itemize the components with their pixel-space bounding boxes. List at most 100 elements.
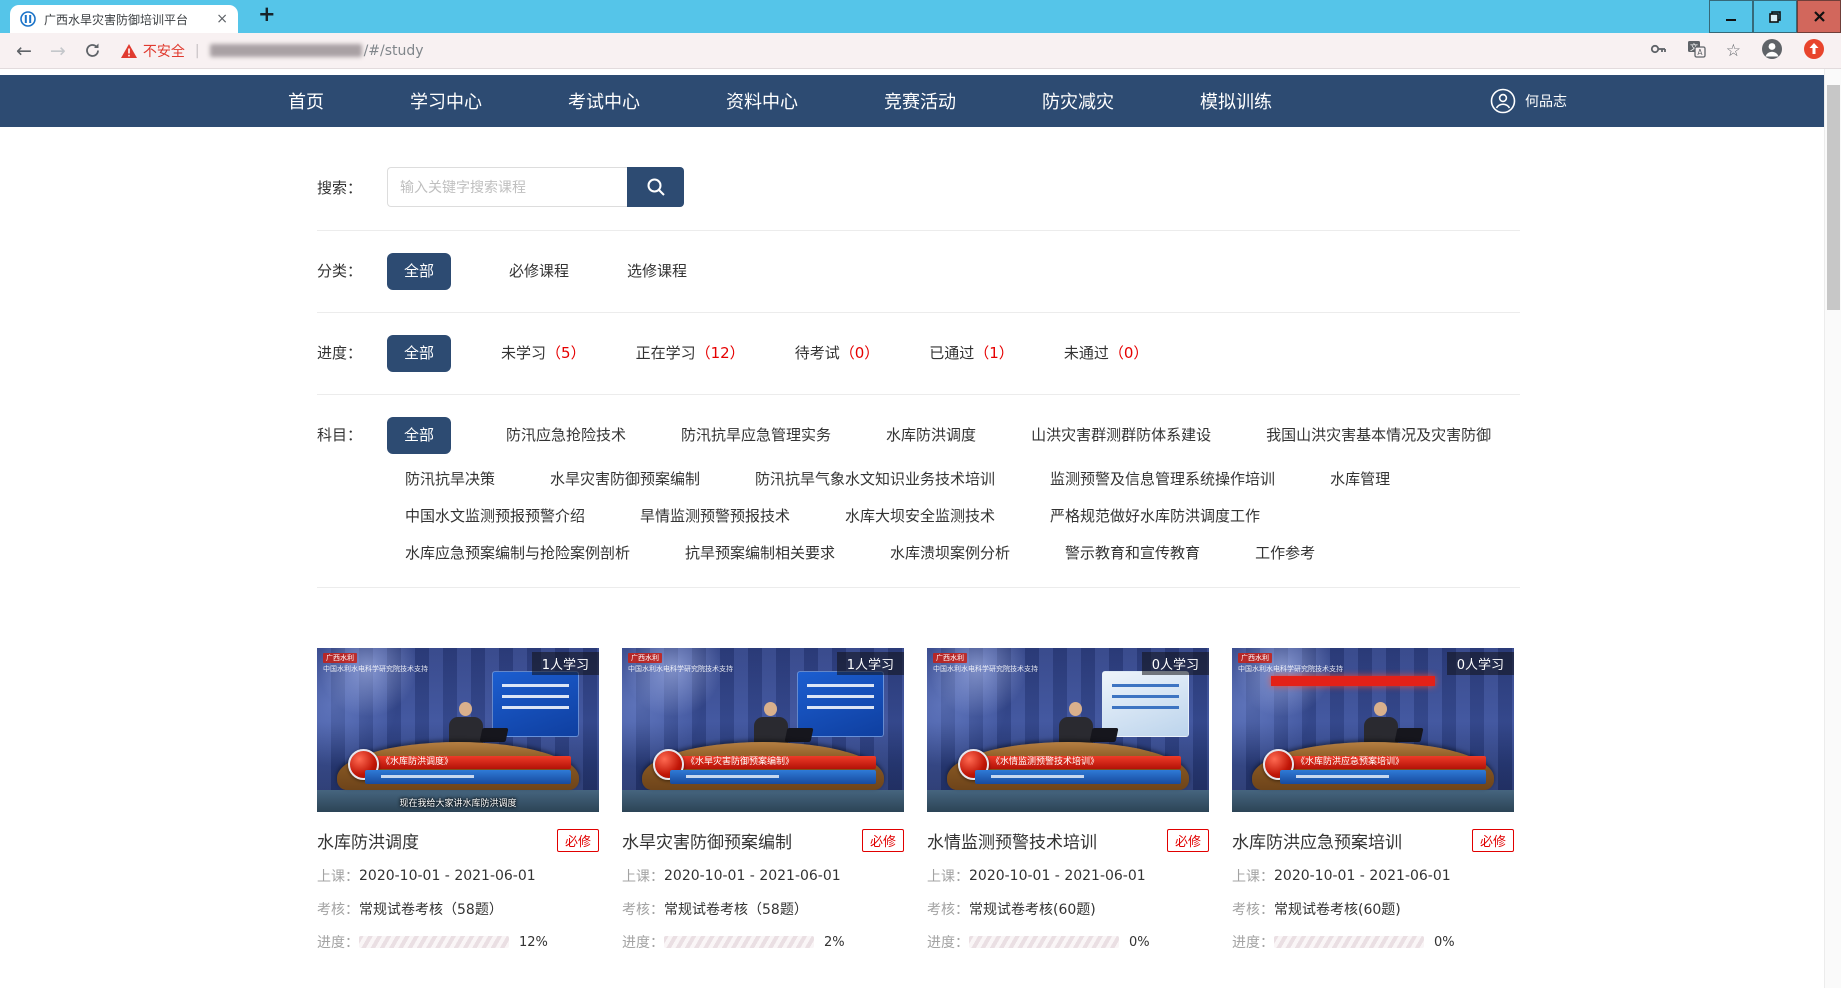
class-time-row: 上课： 2020-10-01 - 2021-06-01 [622, 866, 904, 886]
search-label: 搜索： [317, 177, 387, 198]
nav-item[interactable]: 竞赛活动 [884, 88, 956, 114]
scrollbar-thumb[interactable] [1827, 85, 1840, 310]
page: 首页 学习中心 考试中心 资料中心 竞赛活动 防灾减灾 模拟训练 何品志 搜索： [0, 69, 1841, 988]
category-option[interactable]: 必修课程 [509, 253, 569, 290]
studio-screen [1102, 671, 1189, 737]
course-title[interactable]: 水库防洪调度 [317, 828, 419, 853]
nav-item[interactable]: 防灾减灾 [1042, 88, 1114, 114]
class-time-label: 上课： [927, 866, 969, 886]
url-host-redacted [210, 44, 362, 57]
subject-option[interactable]: 水库管理 [1330, 467, 1390, 491]
exam-value: 常规试卷考核（58题） [359, 899, 503, 919]
course-thumbnail[interactable]: 《水库防洪应急预案培训》 广西水利 中国水利水电科学研究院技术支持 0人学习 [1232, 648, 1514, 812]
bookmark-star-icon[interactable]: ☆ [1726, 41, 1741, 61]
class-time-row: 上课： 2020-10-01 - 2021-06-01 [927, 866, 1209, 886]
progress-bar [969, 936, 1119, 948]
banner-title: 《水情监测预警技术培训》 [975, 756, 1181, 769]
translate-icon[interactable]: 文A [1687, 40, 1706, 62]
minimize-button[interactable] [1709, 0, 1753, 33]
course-title[interactable]: 水情监测预警技术培训 [927, 828, 1097, 853]
subject-option[interactable]: 警示教育和宣传教育 [1065, 541, 1200, 565]
url-path[interactable]: /#/study [364, 43, 424, 59]
progress-bar [359, 936, 509, 948]
progress-option[interactable]: 已通过（1） [929, 335, 1014, 372]
favicon [20, 11, 36, 27]
learner-count-badge: 0人学习 [1447, 652, 1514, 675]
learner-count-badge: 1人学习 [532, 652, 599, 675]
new-tab-button[interactable]: + [258, 2, 276, 26]
station-tag: 广西水利 [323, 653, 357, 663]
course-card[interactable]: 《水库防洪应急预案培训》 广西水利 中国水利水电科学研究院技术支持 0人学习 水… [1232, 648, 1514, 952]
studio-screen [797, 671, 884, 737]
restore-button[interactable] [1753, 0, 1797, 33]
subject-option[interactable]: 抗旱预案编制相关要求 [685, 541, 835, 565]
subject-option[interactable]: 严格规范做好水库防洪调度工作 [1050, 504, 1260, 528]
course-thumbnail[interactable]: 《水情监测预警技术培训》 广西水利 中国水利水电科学研究院技术支持 0人学习 [927, 648, 1209, 812]
user-menu[interactable]: 何品志 [1490, 88, 1567, 114]
support-credit: 中国水利水电科学研究院技术支持 [628, 664, 733, 674]
subject-option-selected[interactable]: 全部 [387, 417, 451, 454]
subject-option[interactable]: 水库应急预案编制与抢险案例剖析 [405, 541, 630, 565]
course-title[interactable]: 水旱灾害防御预案编制 [622, 828, 792, 853]
subject-option[interactable]: 防汛应急抢险技术 [506, 417, 626, 454]
class-time-value: 2020-10-01 - 2021-06-01 [969, 868, 1146, 884]
subject-option[interactable]: 水库防洪调度 [886, 417, 976, 454]
progress-option-selected[interactable]: 全部 [387, 335, 451, 372]
course-title[interactable]: 水库防洪应急预案培训 [1232, 828, 1402, 853]
progress-option[interactable]: 未学习（5） [501, 335, 586, 372]
nav-item[interactable]: 模拟训练 [1200, 88, 1272, 114]
subject-option[interactable]: 监测预警及信息管理系统操作培训 [1050, 467, 1275, 491]
search-icon [645, 176, 667, 198]
class-time-row: 上课： 2020-10-01 - 2021-06-01 [1232, 866, 1514, 886]
progress-option[interactable]: 待考试（0） [795, 335, 880, 372]
profile-avatar-icon[interactable] [1761, 38, 1783, 64]
subject-option[interactable]: 工作参考 [1255, 541, 1315, 565]
subject-option[interactable]: 防汛抗旱应急管理实务 [681, 417, 831, 454]
progress-option[interactable]: 正在学习（12） [636, 335, 745, 372]
browser-tab[interactable]: 广西水旱灾害防御培训平台 × [10, 5, 238, 33]
nav-item[interactable]: 首页 [288, 88, 324, 114]
subject-option[interactable]: 我国山洪灾害基本情况及灾害防御 [1266, 417, 1491, 454]
back-icon[interactable]: ← [16, 40, 32, 62]
security-warning-label[interactable]: 不安全 [143, 41, 185, 61]
browser-update-icon[interactable] [1803, 38, 1825, 64]
station-tag: 广西水利 [1238, 653, 1272, 663]
subject-option[interactable]: 水库溃坝案例分析 [890, 541, 1010, 565]
lower-third-banner: 《水旱灾害防御预案编制》 [670, 756, 876, 784]
progress-bar [664, 936, 814, 948]
close-button[interactable] [1797, 0, 1841, 33]
forward-icon: → [50, 40, 66, 62]
progress-percent: 2% [824, 935, 845, 950]
subject-option[interactable]: 旱情监测预警预报技术 [640, 504, 790, 528]
nav-item[interactable]: 考试中心 [568, 88, 640, 114]
course-thumbnail[interactable]: 《水库防洪调度》 现在我给大家讲水库防洪调度 广西水利 中国水利水电科学研究院技… [317, 648, 599, 812]
search-input[interactable] [387, 167, 627, 207]
banner-title: 《水库防洪应急预案培训》 [1280, 756, 1486, 769]
nav-item[interactable]: 学习中心 [410, 88, 482, 114]
subject-option[interactable]: 山洪灾害群测群防体系建设 [1031, 417, 1211, 454]
class-time-label: 上课： [622, 866, 664, 886]
banner-title: 《水旱灾害防御预案编制》 [670, 756, 876, 769]
class-time-row: 上课： 2020-10-01 - 2021-06-01 [317, 866, 599, 886]
subject-option[interactable]: 水旱灾害防御预案编制 [550, 467, 700, 491]
tab-close-icon[interactable]: × [216, 11, 228, 27]
category-option[interactable]: 选修课程 [627, 253, 687, 290]
reload-icon[interactable] [84, 42, 101, 59]
category-option-selected[interactable]: 全部 [387, 253, 451, 290]
key-icon[interactable] [1649, 40, 1667, 62]
subject-option[interactable]: 中国水文监测预报预警介绍 [405, 504, 585, 528]
progress-filter: 进度： 全部 未学习（5） 正在学习（12） 待考试（0） 已通过（1） 未通过… [317, 313, 1520, 395]
course-thumbnail[interactable]: 《水旱灾害防御预案编制》 广西水利 中国水利水电科学研究院技术支持 1人学习 [622, 648, 904, 812]
page-scrollbar[interactable] [1824, 69, 1841, 988]
category-label: 分类： [317, 253, 387, 290]
search-button[interactable] [627, 167, 684, 207]
subject-option[interactable]: 防汛抗旱气象水文知识业务技术培训 [755, 467, 995, 491]
learner-count-badge: 0人学习 [1142, 652, 1209, 675]
progress-option[interactable]: 未通过（0） [1064, 335, 1149, 372]
course-card[interactable]: 《水旱灾害防御预案编制》 广西水利 中国水利水电科学研究院技术支持 1人学习 水… [622, 648, 904, 952]
course-card[interactable]: 《水情监测预警技术培训》 广西水利 中国水利水电科学研究院技术支持 0人学习 水… [927, 648, 1209, 952]
nav-item[interactable]: 资料中心 [726, 88, 798, 114]
subject-option[interactable]: 防汛抗旱决策 [405, 467, 495, 491]
course-card[interactable]: 《水库防洪调度》 现在我给大家讲水库防洪调度 广西水利 中国水利水电科学研究院技… [317, 648, 599, 952]
subject-option[interactable]: 水库大坝安全监测技术 [845, 504, 995, 528]
